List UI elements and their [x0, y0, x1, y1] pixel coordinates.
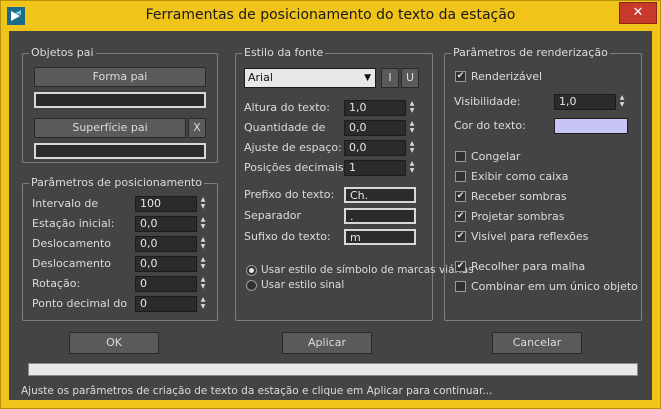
visible-reflections-label: Visível para reflexões: [471, 230, 589, 243]
dialog-window: Ferramentas de posicionamento do texto d…: [0, 0, 661, 409]
decimal-places-spinner-arrows[interactable]: ▲ ▼: [407, 160, 417, 174]
interval-spinner-arrows[interactable]: ▲ ▼: [198, 196, 208, 210]
visibility-input[interactable]: 1,0: [554, 94, 616, 110]
road-sign-style-label: Usar estilo de símbolo de marcas viárias: [261, 264, 474, 276]
prefix-label: Prefixo do texto:: [244, 188, 335, 201]
text-height-label: Altura do texto:: [244, 101, 330, 114]
decimal-point-spinner-arrows[interactable]: ▲ ▼: [198, 296, 208, 310]
spacing-input[interactable]: 0,0: [344, 140, 406, 156]
freeze-label: Congelar: [471, 150, 521, 163]
font-select[interactable]: Arial ▼: [244, 68, 376, 88]
ok-button[interactable]: OK: [69, 332, 159, 354]
combine-single-checkbox[interactable]: [455, 281, 466, 292]
parent-surface-field[interactable]: [34, 143, 206, 159]
spacing-spinner-arrows[interactable]: ▲ ▼: [407, 140, 417, 154]
text-color-label: Cor do texto:: [454, 119, 526, 132]
renderable-label: Renderizável: [471, 70, 543, 83]
renderable-checkbox[interactable]: ✔: [455, 71, 466, 82]
font-style-group: Estilo da fonte Arial ▼ I U Altura do te…: [235, 46, 474, 321]
parent-surface-button[interactable]: Superfície pai: [34, 118, 186, 138]
suffix-input[interactable]: m: [344, 229, 416, 245]
collapse-mesh-checkbox[interactable]: ✔: [455, 261, 466, 272]
text-quantity-label: Quantidade de: [244, 121, 326, 134]
spacing-label: Ajuste de espaço:: [244, 141, 342, 154]
start-station-spinner-arrows[interactable]: ▲ ▼: [198, 216, 208, 230]
apply-button[interactable]: Aplicar: [282, 332, 372, 354]
start-station-label: Estação inicial:: [32, 217, 115, 230]
text-quantity-input[interactable]: 0,0: [344, 120, 406, 136]
text-height-input[interactable]: 1,0: [344, 100, 406, 116]
positioning-legend: Parâmetros de posicionamento: [29, 176, 204, 189]
text-color-swatch[interactable]: [554, 118, 628, 134]
receive-shadows-label: Receber sombras: [471, 190, 567, 203]
freeze-checkbox[interactable]: [455, 151, 466, 162]
cancel-button[interactable]: Cancelar: [492, 332, 582, 354]
suffix-label: Sufixo do texto:: [244, 230, 331, 243]
parent-objects-legend: Objetos pai: [29, 46, 96, 59]
render-group: Parâmetros de renderização ✔ Renderizáve…: [444, 46, 642, 321]
close-button[interactable]: ✕: [619, 2, 657, 24]
offset-label: Deslocamento: [32, 237, 112, 250]
dialog-client-area: Objetos pai Forma pai Superfície pai X P…: [9, 31, 652, 400]
underline-button[interactable]: U: [401, 68, 419, 88]
font-style-legend: Estilo da fonte: [242, 46, 326, 59]
interval-input[interactable]: 100: [135, 196, 197, 212]
chevron-down-icon: ▼: [364, 73, 371, 83]
progress-bar: [28, 363, 638, 376]
text-height-spinner-arrows[interactable]: ▲ ▼: [407, 100, 417, 114]
offset-2-label: Deslocamento: [32, 257, 112, 270]
positioning-group: Parâmetros de posicionamento Intervalo d…: [22, 176, 218, 321]
interval-label: Intervalo de: [32, 197, 99, 210]
collapse-mesh-label: Recolher para malha: [471, 260, 586, 273]
clear-surface-button[interactable]: X: [188, 118, 206, 138]
road-sign-style-radio[interactable]: [246, 265, 257, 276]
font-select-value: Arial: [248, 71, 273, 84]
receive-shadows-checkbox[interactable]: ✔: [455, 191, 466, 202]
offset-spinner-arrows[interactable]: ▲ ▼: [198, 236, 208, 250]
display-as-box-label: Exibir como caixa: [471, 170, 569, 183]
parent-shape-field[interactable]: [34, 92, 206, 108]
rotation-input[interactable]: 0: [135, 276, 197, 292]
visible-reflections-checkbox[interactable]: ✔: [455, 231, 466, 242]
start-station-input[interactable]: 0,0: [135, 216, 197, 232]
offset-2-input[interactable]: 0,0: [135, 256, 197, 272]
decimal-places-label: Posições decimais:: [244, 161, 348, 174]
visibility-spinner-arrows[interactable]: ▲ ▼: [617, 94, 627, 108]
decimal-point-input[interactable]: 0: [135, 296, 197, 312]
prefix-input[interactable]: Ch.: [344, 187, 416, 203]
combine-single-label: Combinar em um único objeto: [471, 280, 638, 293]
signal-style-radio[interactable]: [246, 280, 257, 291]
display-as-box-checkbox[interactable]: [455, 171, 466, 182]
decimal-places-input[interactable]: 1: [344, 160, 406, 176]
offset-input[interactable]: 0,0: [135, 236, 197, 252]
italic-button[interactable]: I: [381, 68, 399, 88]
status-text: Ajuste os parâmetros de criação de texto…: [21, 385, 493, 397]
text-quantity-spinner-arrows[interactable]: ▲ ▼: [407, 120, 417, 134]
cast-shadows-label: Projetar sombras: [471, 210, 565, 223]
window-title: Ferramentas de posicionamento do texto d…: [145, 7, 516, 23]
parent-objects-group: Objetos pai Forma pai Superfície pai X: [22, 46, 218, 163]
separator-input[interactable]: .: [344, 208, 416, 224]
rotation-spinner-arrows[interactable]: ▲ ▼: [198, 276, 208, 290]
rotation-label: Rotação:: [32, 277, 81, 290]
visibility-label: Visibilidade:: [454, 95, 521, 108]
decimal-point-label: Ponto decimal do: [32, 297, 128, 310]
parent-shape-button[interactable]: Forma pai: [34, 67, 206, 87]
title-bar[interactable]: Ferramentas de posicionamento do texto d…: [1, 1, 660, 31]
separator-label: Separador: [244, 209, 301, 222]
offset-2-spinner-arrows[interactable]: ▲ ▼: [198, 256, 208, 270]
signal-style-label: Usar estilo sinal: [261, 279, 345, 291]
render-legend: Parâmetros de renderização: [451, 46, 610, 59]
cast-shadows-checkbox[interactable]: ✔: [455, 211, 466, 222]
